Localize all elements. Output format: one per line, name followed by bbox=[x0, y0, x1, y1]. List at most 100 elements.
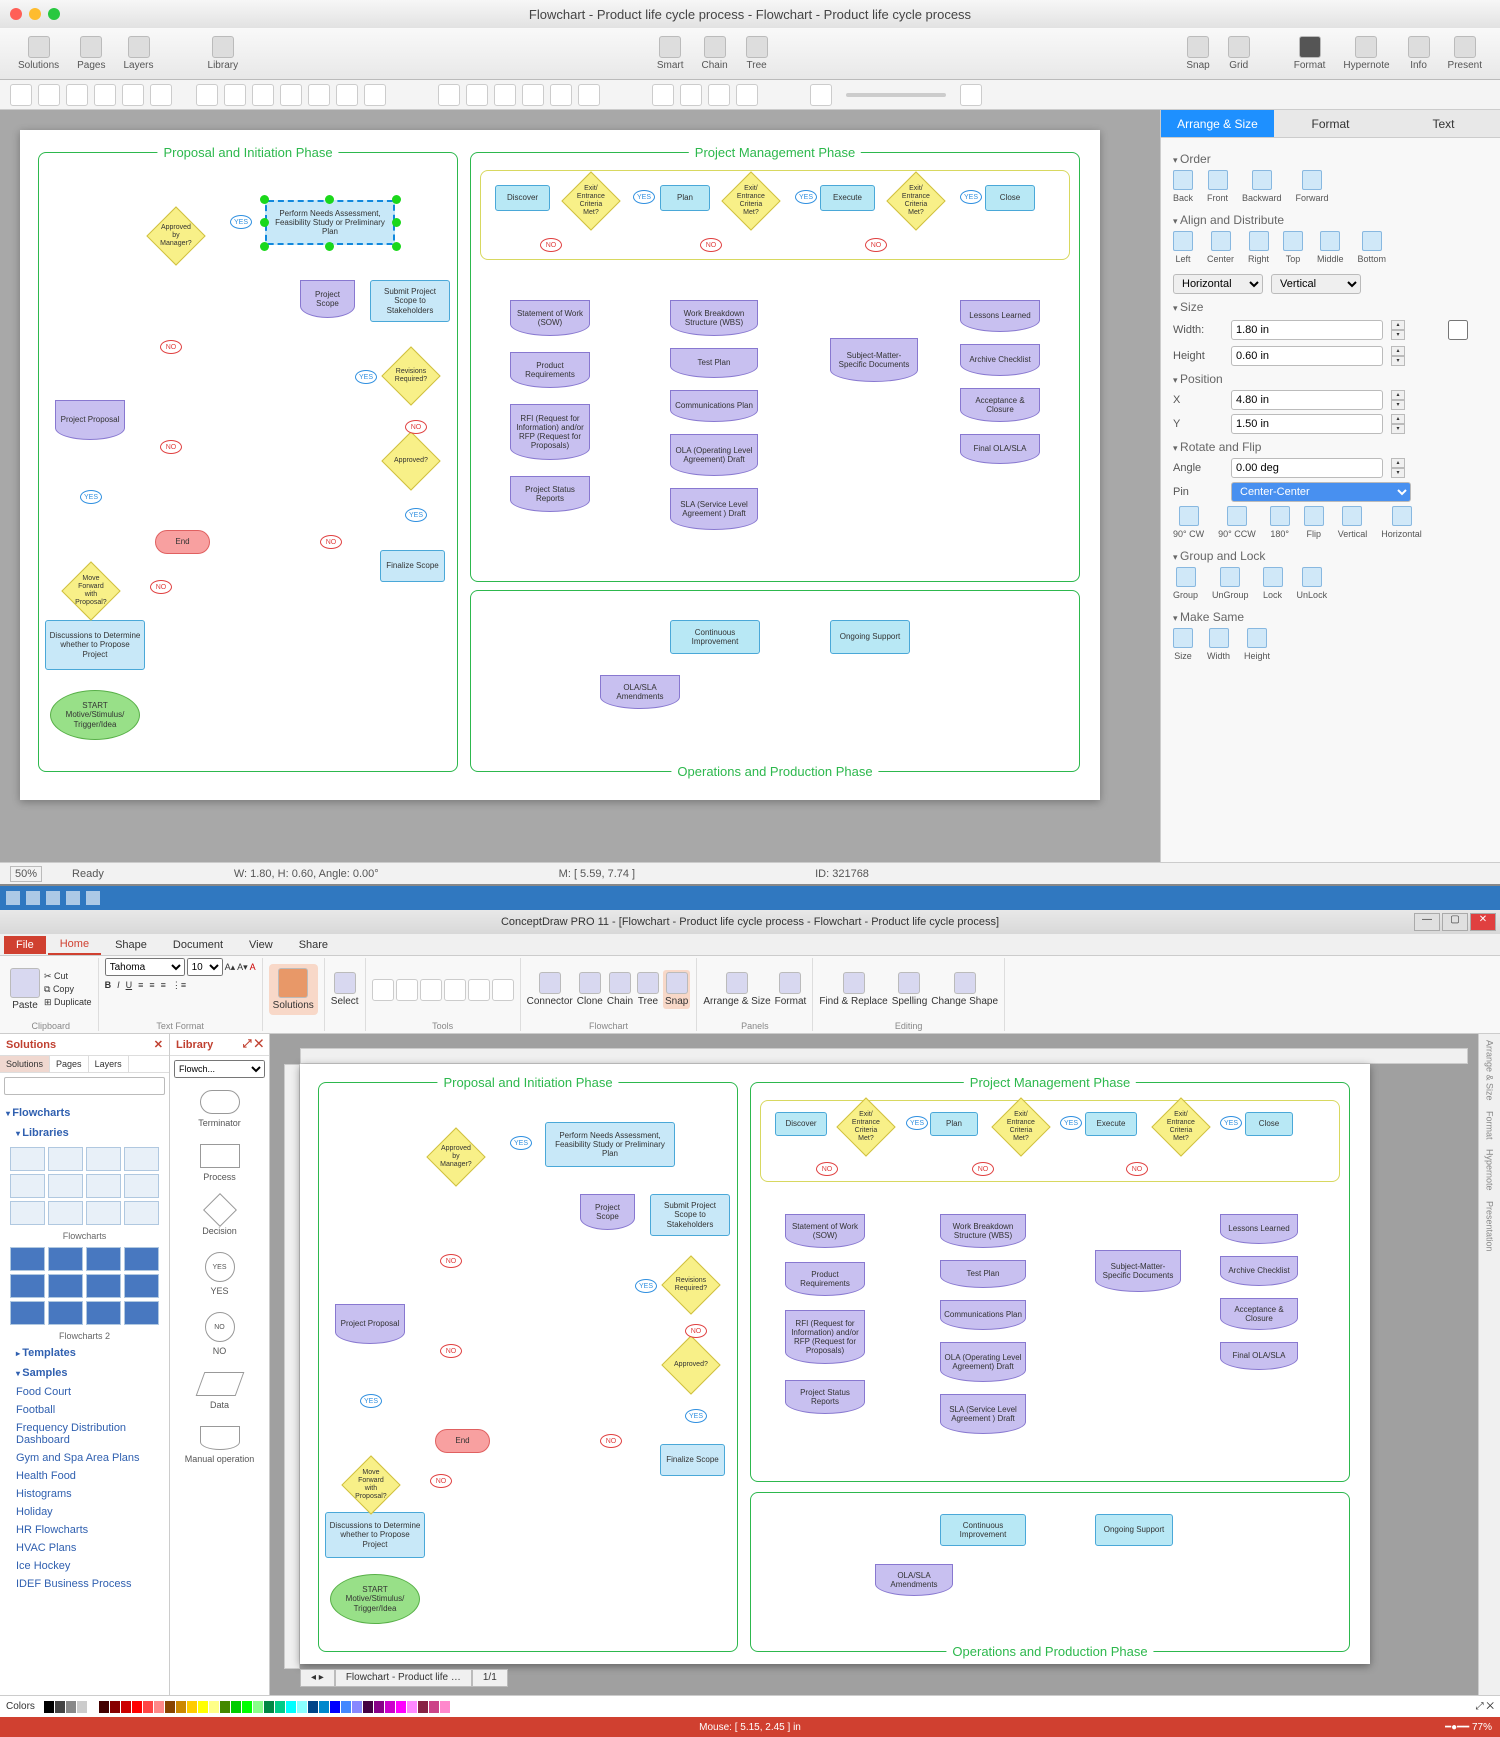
angle-step-down[interactable]: ▾ bbox=[1391, 468, 1405, 478]
color-swatch[interactable] bbox=[154, 1701, 164, 1713]
sow-node[interactable]: Statement of Work (SOW) bbox=[510, 300, 590, 336]
tb-format[interactable]: Format bbox=[1286, 34, 1334, 73]
finalize-scope-node[interactable]: Finalize Scope bbox=[380, 550, 445, 582]
qat-refresh-icon[interactable] bbox=[86, 891, 100, 905]
rb-chain[interactable]: Chain bbox=[607, 972, 633, 1007]
section-position[interactable]: Position bbox=[1173, 372, 1488, 386]
palette-shape[interactable] bbox=[10, 1201, 45, 1225]
sample-item[interactable]: HVAC Plans bbox=[6, 1539, 163, 1557]
underline-icon[interactable]: U bbox=[126, 980, 133, 991]
sel-handle-nw[interactable] bbox=[260, 195, 269, 204]
strip-hypernote[interactable]: Hypernote bbox=[1485, 1149, 1495, 1191]
color-swatch[interactable] bbox=[363, 1701, 373, 1713]
tb-present[interactable]: Present bbox=[1440, 34, 1490, 73]
palette-shape[interactable] bbox=[10, 1147, 45, 1171]
line-tool[interactable] bbox=[196, 84, 218, 106]
sample-item[interactable]: Football bbox=[6, 1401, 163, 1419]
rb-snap[interactable]: Snap bbox=[663, 970, 690, 1009]
zoom-slider[interactable] bbox=[846, 93, 946, 97]
color-swatch[interactable] bbox=[242, 1701, 252, 1713]
mac-canvas[interactable]: Proposal and Initiation Phase Project Ma… bbox=[20, 130, 1100, 800]
doc-tab[interactable]: Flowchart - Product life … bbox=[335, 1669, 472, 1687]
distribute-h-select[interactable]: Horizontal bbox=[1173, 274, 1263, 294]
rfi-node[interactable]: RFI (Request for Information) and/or RFP… bbox=[510, 404, 590, 460]
sel-handle-e[interactable] bbox=[392, 218, 401, 227]
shape-tool-3[interactable] bbox=[122, 84, 144, 106]
w-wbs[interactable]: Work Breakdown Structure (WBS) bbox=[940, 1214, 1026, 1248]
section-order[interactable]: Order bbox=[1173, 152, 1488, 166]
qat-redo-icon[interactable] bbox=[66, 891, 80, 905]
ungroup-btn[interactable]: UnGroup bbox=[1212, 567, 1249, 600]
connect-tool-4[interactable] bbox=[522, 84, 544, 106]
flip[interactable]: Flip bbox=[1304, 506, 1324, 539]
lib-no[interactable]: NONO bbox=[170, 1304, 269, 1364]
align-top[interactable]: Top bbox=[1283, 231, 1303, 264]
sel-handle-ne[interactable] bbox=[392, 195, 401, 204]
order-front[interactable]: Front bbox=[1207, 170, 1228, 203]
rb-tree[interactable]: Tree bbox=[637, 972, 659, 1007]
archive-node[interactable]: Archive Checklist bbox=[960, 344, 1040, 376]
menu-document[interactable]: Document bbox=[161, 936, 235, 954]
palette-shape[interactable] bbox=[10, 1301, 45, 1325]
discover-node[interactable]: Discover bbox=[495, 185, 550, 211]
palette-shape[interactable] bbox=[124, 1274, 159, 1298]
start-node[interactable]: START Motive/Stimulus/ Trigger/Idea bbox=[50, 690, 140, 740]
rb-clone[interactable]: Clone bbox=[577, 972, 603, 1007]
menu-shape[interactable]: Shape bbox=[103, 936, 159, 954]
grow-font-icon[interactable]: A▴ bbox=[225, 962, 236, 973]
w-disc[interactable]: Discussions to Determine whether to Prop… bbox=[325, 1512, 425, 1558]
color-swatch[interactable] bbox=[66, 1701, 76, 1713]
wbs-node[interactable]: Work Breakdown Structure (WBS) bbox=[670, 300, 758, 336]
project-proposal-node[interactable]: Project Proposal bbox=[55, 400, 125, 440]
color-swatch[interactable] bbox=[231, 1701, 241, 1713]
rb-connector[interactable]: Connector bbox=[527, 972, 573, 1007]
comm-node[interactable]: Communications Plan bbox=[670, 390, 758, 422]
section-size[interactable]: Size bbox=[1173, 300, 1488, 314]
bucket-tool[interactable] bbox=[336, 84, 358, 106]
w-scope[interactable]: Project Scope bbox=[580, 1194, 635, 1230]
shape-tool-4[interactable] bbox=[150, 84, 172, 106]
align-right-icon[interactable]: ≡ bbox=[161, 980, 166, 991]
w-contimp[interactable]: Continuous Improvement bbox=[940, 1514, 1026, 1546]
angle-input[interactable] bbox=[1231, 458, 1383, 478]
color-swatch[interactable] bbox=[286, 1701, 296, 1713]
rb-paste[interactable]: Paste bbox=[10, 968, 40, 1011]
height-step-up[interactable]: ▴ bbox=[1391, 346, 1405, 356]
w-plan[interactable]: Plan bbox=[930, 1112, 978, 1136]
strip-arrange[interactable]: Arrange & Size bbox=[1485, 1040, 1495, 1101]
palette-shape[interactable] bbox=[86, 1174, 121, 1198]
w-start[interactable]: START Motive/Stimulus/ Trigger/Idea bbox=[330, 1574, 420, 1624]
rb-format[interactable]: Format bbox=[775, 972, 807, 1007]
color-swatch[interactable] bbox=[330, 1701, 340, 1713]
same-height[interactable]: Height bbox=[1244, 628, 1270, 661]
color-swatch[interactable] bbox=[209, 1701, 219, 1713]
w-finalize[interactable]: Finalize Scope bbox=[660, 1444, 725, 1476]
palette-shape[interactable] bbox=[48, 1201, 83, 1225]
library-panel-pin-icon[interactable]: ⤢ ✕ bbox=[243, 1038, 263, 1051]
align-left[interactable]: Left bbox=[1173, 231, 1193, 264]
w-needs[interactable]: Perform Needs Assessment, Feasibility St… bbox=[545, 1122, 675, 1167]
color-swatch[interactable] bbox=[319, 1701, 329, 1713]
tb-layers[interactable]: Layers bbox=[116, 34, 162, 73]
tb-hypernote[interactable]: Hypernote bbox=[1335, 34, 1397, 73]
palette-shape[interactable] bbox=[124, 1247, 159, 1271]
w-execute[interactable]: Execute bbox=[1085, 1112, 1137, 1136]
color-swatch[interactable] bbox=[55, 1701, 65, 1713]
color-swatch[interactable] bbox=[407, 1701, 417, 1713]
sample-item[interactable]: Gym and Spa Area Plans bbox=[6, 1449, 163, 1467]
color-swatch[interactable] bbox=[121, 1701, 131, 1713]
win-page[interactable]: Proposal and Initiation Phase Project Ma… bbox=[300, 1064, 1370, 1664]
w-rfi[interactable]: RFI (Request for Information) and/or RFP… bbox=[785, 1310, 865, 1364]
color-swatch[interactable] bbox=[385, 1701, 395, 1713]
crop-tool[interactable] bbox=[364, 84, 386, 106]
zoom-select[interactable]: 50% bbox=[10, 866, 42, 882]
strip-presentation[interactable]: Presentation bbox=[1485, 1201, 1495, 1252]
w-testplan[interactable]: Test Plan bbox=[940, 1260, 1026, 1288]
status-node[interactable]: Project Status Reports bbox=[510, 476, 590, 512]
ptab-solutions[interactable]: Solutions bbox=[0, 1056, 50, 1072]
palette-shape[interactable] bbox=[10, 1247, 45, 1271]
library-select[interactable]: Flowch... bbox=[174, 1060, 265, 1078]
palette-shape[interactable] bbox=[48, 1174, 83, 1198]
win-maximize-button[interactable]: ▢ bbox=[1442, 913, 1468, 931]
lib-decision[interactable]: Decision bbox=[170, 1190, 269, 1244]
